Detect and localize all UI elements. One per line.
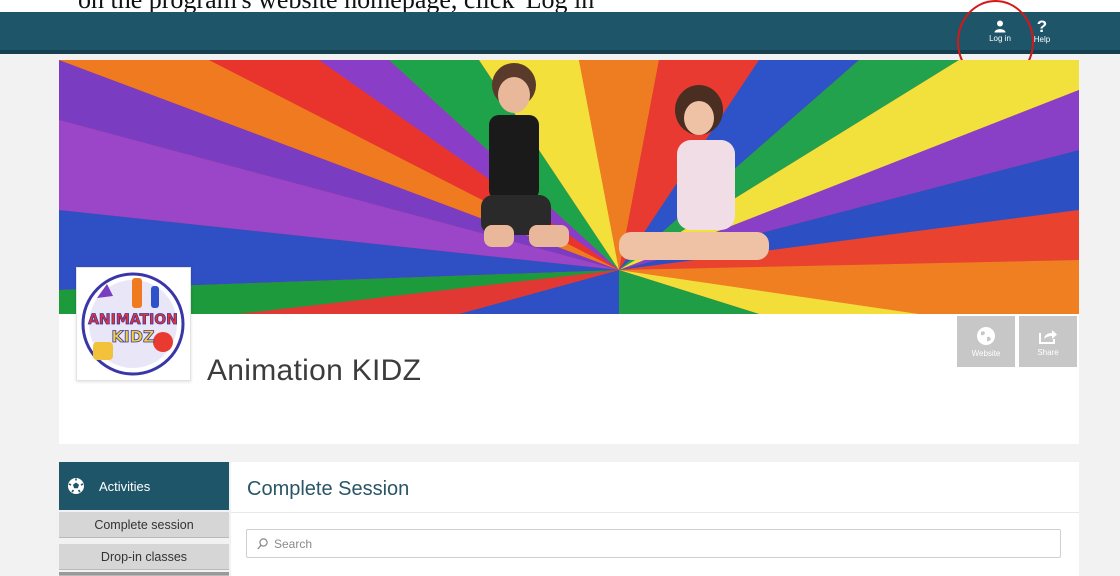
title-divider bbox=[231, 512, 1079, 513]
globe-icon bbox=[977, 326, 995, 345]
login-label: Log in bbox=[989, 33, 1011, 43]
animation-kidz-logo: ANIMATION KIDZ bbox=[81, 272, 185, 376]
logo-text-line1: ANIMATION bbox=[88, 312, 178, 328]
share-icon bbox=[1039, 329, 1057, 344]
search-input[interactable] bbox=[274, 536, 1034, 551]
instruction-caption: on the program's website homepage, click… bbox=[0, 0, 1120, 12]
sidebar-item-drop-in-classes[interactable]: Drop-in classes bbox=[59, 544, 229, 570]
sidebar-item-label: Drop-in classes bbox=[100, 549, 188, 564]
share-button[interactable]: Share bbox=[1019, 316, 1077, 367]
hero-banner-image[interactable] bbox=[59, 60, 1079, 314]
website-label: Website bbox=[971, 348, 1001, 358]
login-button[interactable]: Log in bbox=[985, 12, 1015, 50]
top-navigation-bar: Log in ? Help bbox=[0, 12, 1120, 54]
logo-text-line2: KIDZ bbox=[111, 327, 154, 346]
sidebar-heading-label: Activities bbox=[99, 478, 151, 494]
organization-name: Animation KIDZ bbox=[207, 354, 422, 387]
sidebar-item-complete-session[interactable]: Complete session bbox=[59, 512, 229, 538]
search-icon bbox=[257, 537, 268, 549]
sidebar-heading-activities[interactable]: Activities bbox=[59, 462, 229, 510]
sidebar-item-label: Complete session bbox=[94, 517, 194, 532]
question-mark-icon: ? bbox=[1036, 16, 1048, 36]
search-field[interactable] bbox=[246, 529, 1061, 558]
organization-logo: ANIMATION KIDZ bbox=[76, 267, 191, 381]
user-icon bbox=[994, 20, 1006, 32]
help-label: Help bbox=[1033, 34, 1051, 44]
website-button[interactable]: Website bbox=[957, 316, 1015, 367]
help-button[interactable]: ? Help bbox=[1030, 12, 1054, 50]
parachute-photo bbox=[59, 60, 1079, 314]
sidebar-item-next[interactable] bbox=[59, 572, 229, 576]
soccer-ball-icon bbox=[68, 478, 84, 494]
activities-panel: Complete Session bbox=[231, 462, 1079, 576]
share-label: Share bbox=[1037, 347, 1059, 357]
page-title: Complete Session bbox=[247, 478, 410, 500]
instruction-caption-text: on the program's website homepage, click… bbox=[78, 0, 599, 12]
